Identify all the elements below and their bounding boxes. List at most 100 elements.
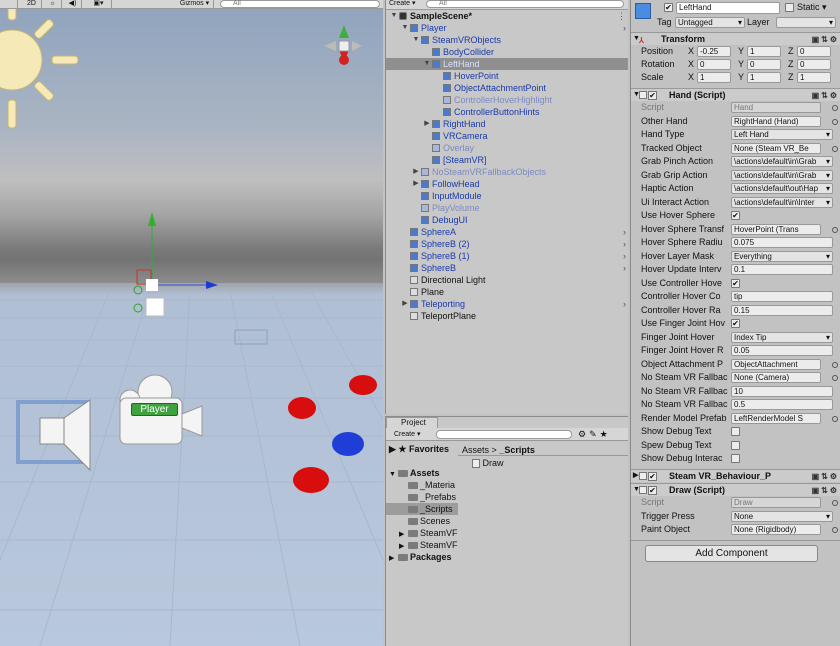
expanded-arrow-icon[interactable]: ▼: [390, 10, 398, 22]
tag-dropdown[interactable]: Untagged: [675, 17, 745, 28]
scene-view[interactable]: 2D ☼ ◀) ▣▾ Gizmos ▾ All Player: [0, 0, 383, 646]
property-checkbox[interactable]: [731, 427, 740, 436]
property-dropdown[interactable]: Everything: [731, 250, 833, 262]
hierarchy-item[interactable]: SphereB ›: [386, 262, 628, 274]
collapsed-arrow-icon[interactable]: ▶: [401, 298, 409, 310]
hand-script-header[interactable]: ▼ ✔ Hand (Script) ▣⇅⚙: [631, 88, 840, 101]
hierarchy-item[interactable]: ▶ RightHand: [386, 118, 628, 130]
transform-z-field[interactable]: 0: [797, 59, 831, 70]
breadcrumb-assets[interactable]: Assets: [462, 445, 489, 455]
object-field[interactable]: ObjectAttachment: [731, 358, 821, 370]
folder-expand-arrow-icon[interactable]: ▶: [399, 529, 408, 539]
property-dropdown[interactable]: \actions\default\in\Inter: [731, 196, 833, 208]
transform-x-field[interactable]: 0: [697, 59, 731, 70]
object-picker-icon[interactable]: [832, 375, 838, 381]
hierarchy-item[interactable]: TeleportPlane: [386, 310, 628, 322]
open-prefab-icon[interactable]: ›: [623, 298, 626, 310]
object-field[interactable]: RightHand (Hand): [731, 115, 821, 127]
project-folder-item[interactable]: ▶ SteamVF: [386, 527, 458, 539]
hierarchy-item[interactable]: Overlay: [386, 142, 628, 154]
property-field[interactable]: 0.1: [731, 264, 833, 275]
transform-z-field[interactable]: 1: [797, 72, 831, 83]
property-checkbox[interactable]: ✔: [731, 319, 740, 328]
object-field[interactable]: LeftRenderModel S: [731, 412, 821, 424]
component-menu-icons[interactable]: ▣⇅⚙: [812, 471, 839, 483]
hierarchy-item[interactable]: InputModule: [386, 190, 628, 202]
project-folder-item[interactable]: ▼ Assets: [386, 467, 458, 479]
project-filter-icons[interactable]: ⚙✎★: [578, 429, 611, 440]
hierarchy-item[interactable]: HoverPoint: [386, 70, 628, 82]
property-checkbox[interactable]: [731, 454, 740, 463]
project-folder-item[interactable]: _Prefabs: [386, 491, 458, 503]
open-prefab-icon[interactable]: ›: [623, 226, 626, 238]
property-field[interactable]: 0.15: [731, 304, 833, 316]
open-prefab-icon[interactable]: ›: [623, 238, 626, 250]
lighting-toggle-icon[interactable]: ☼: [44, 0, 62, 8]
hierarchy-create-button[interactable]: Create ▾: [389, 0, 415, 8]
hierarchy-item[interactable]: ControllerHoverHighlight: [386, 94, 628, 106]
object-picker-icon[interactable]: [832, 145, 838, 152]
property-field[interactable]: 0.5: [731, 399, 833, 410]
object-field[interactable]: None (Steam VR_Be: [731, 142, 821, 154]
hierarchy-search-input[interactable]: All: [426, 0, 624, 8]
expanded-arrow-icon[interactable]: ▼: [423, 58, 431, 70]
object-field[interactable]: None (Camera): [731, 372, 821, 383]
project-folder-item[interactable]: ▶ SteamVF: [386, 539, 458, 551]
hierarchy-item[interactable]: Directional Light: [386, 274, 628, 286]
hierarchy-item[interactable]: PlayVolume: [386, 202, 628, 214]
property-dropdown[interactable]: \actions\default\out\Hap: [731, 183, 833, 194]
object-picker-icon[interactable]: [832, 118, 838, 125]
property-field[interactable]: 10: [731, 385, 833, 397]
transform-y-field[interactable]: 1: [747, 72, 781, 83]
property-dropdown[interactable]: Index Tip: [731, 331, 833, 343]
hand-enabled-checkbox[interactable]: ✔: [648, 91, 657, 100]
hierarchy-item[interactable]: ▼ Player ›: [386, 22, 628, 34]
hierarchy-item[interactable]: ▼ SteamVRObjects: [386, 34, 628, 46]
object-picker-icon[interactable]: [832, 226, 838, 233]
project-folder-item[interactable]: ▶ Packages: [386, 551, 458, 563]
project-folder-item[interactable]: _Materia: [386, 479, 458, 491]
object-picker-icon[interactable]: [832, 105, 838, 111]
expanded-arrow-icon[interactable]: ▼: [401, 22, 409, 34]
folder-expand-arrow-icon[interactable]: ▶: [389, 553, 398, 563]
project-create-button[interactable]: Create ▾: [394, 430, 420, 438]
object-name-field[interactable]: LeftHand: [676, 2, 780, 14]
effects-dropdown[interactable]: ▣▾: [86, 0, 112, 8]
draw-script-header[interactable]: ▼ ✔ Draw (Script) ▣⇅⚙: [631, 483, 840, 496]
folder-expand-arrow-icon[interactable]: ▼: [389, 469, 398, 479]
hierarchy-item[interactable]: ControllerButtonHints: [386, 106, 628, 118]
property-checkbox[interactable]: [731, 440, 740, 450]
draw-enabled-checkbox[interactable]: ✔: [648, 486, 657, 495]
hierarchy-item[interactable]: SphereB (2) ›: [386, 238, 628, 250]
steamvr-behaviour-checkbox[interactable]: ✔: [648, 472, 657, 481]
hierarchy-item[interactable]: ▶ FollowHead: [386, 178, 628, 190]
tab-project[interactable]: Project: [386, 417, 438, 428]
project-folder-item[interactable]: _Scripts: [386, 503, 458, 515]
hierarchy-item[interactable]: ▼ LeftHand: [386, 58, 628, 70]
property-field[interactable]: 0.05: [731, 345, 833, 356]
transform-y-field[interactable]: 0: [747, 59, 781, 70]
object-picker-icon[interactable]: [832, 415, 838, 422]
property-dropdown[interactable]: \actions\default\in\Grab: [731, 156, 833, 167]
property-dropdown[interactable]: \actions\default\in\Grab: [731, 169, 833, 181]
hierarchy-item[interactable]: DebugUI: [386, 214, 628, 226]
breadcrumb-scripts[interactable]: _Scripts: [499, 445, 535, 455]
object-picker-icon[interactable]: [832, 361, 838, 368]
add-component-button[interactable]: Add Component: [645, 545, 818, 562]
property-field[interactable]: 0.075: [731, 237, 833, 248]
audio-toggle-icon[interactable]: ◀): [64, 0, 82, 8]
expanded-arrow-icon[interactable]: ▼: [412, 34, 420, 46]
project-folder-item[interactable]: Scenes: [386, 515, 458, 527]
transform-component-header[interactable]: ▼ ⅄ Transform ▣⇅⚙: [631, 32, 840, 45]
property-checkbox[interactable]: ✔: [731, 278, 740, 288]
property-checkbox[interactable]: ✔: [731, 211, 740, 220]
gizmos-dropdown[interactable]: Gizmos ▾: [176, 0, 214, 8]
open-prefab-icon[interactable]: ›: [623, 250, 626, 262]
project-search-input[interactable]: [436, 430, 572, 439]
hierarchy-item[interactable]: [SteamVR]: [386, 154, 628, 166]
layer-dropdown[interactable]: [776, 17, 836, 28]
collapsed-arrow-icon[interactable]: ▶: [412, 166, 420, 178]
object-field[interactable]: HoverPoint (Trans: [731, 223, 821, 235]
property-field[interactable]: tip: [731, 291, 833, 302]
hierarchy-item[interactable]: ▶ NoSteamVRFallbackObjects: [386, 166, 628, 178]
